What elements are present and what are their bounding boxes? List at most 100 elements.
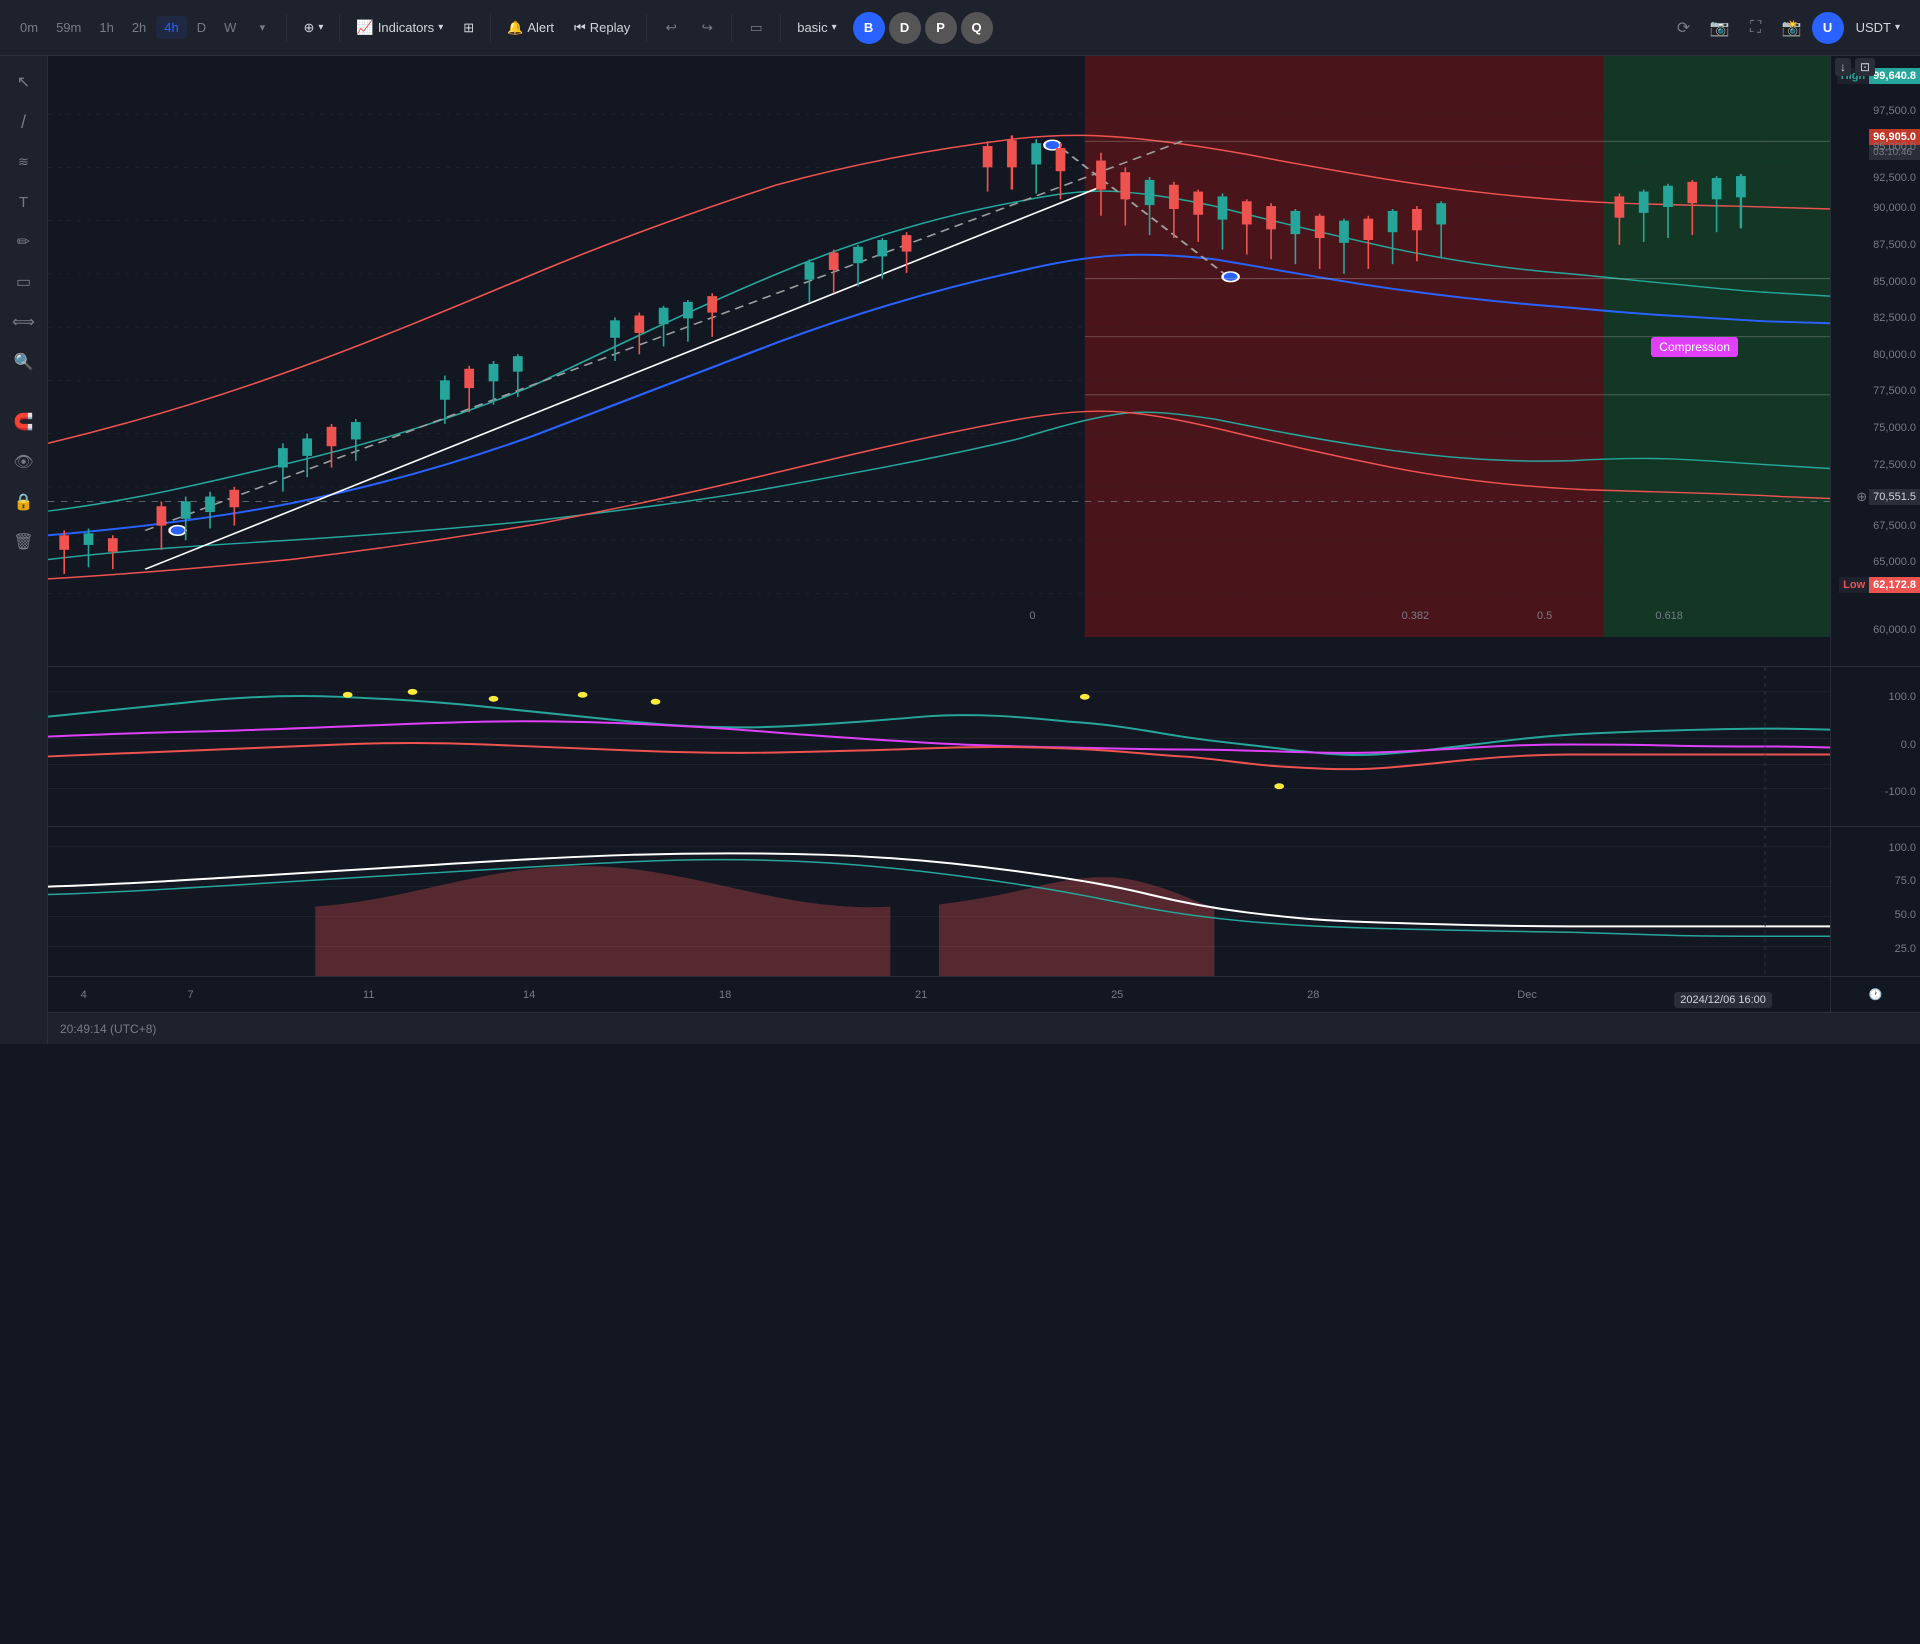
- price-92500: 92,500.0: [1873, 172, 1916, 184]
- time-28: 28: [1307, 989, 1319, 1001]
- magnet-btn[interactable]: 🧲: [6, 404, 42, 440]
- zoom-tool-btn[interactable]: 🔍: [6, 344, 42, 380]
- shapes-tool-btn[interactable]: ▭: [6, 264, 42, 300]
- timeframe-dropdown-icon[interactable]: ▾: [246, 12, 278, 44]
- price-65000: 65,000.0: [1873, 556, 1916, 568]
- currency-btn[interactable]: USDT ▾: [1848, 16, 1908, 39]
- indicator-chart-2: [48, 827, 1830, 976]
- undo-btn[interactable]: ↩: [655, 12, 687, 44]
- timeframe-0m[interactable]: 0m: [12, 16, 46, 39]
- time-axis-scale[interactable]: 🕐: [1830, 977, 1920, 1012]
- compression-badge: Compression: [1651, 337, 1738, 357]
- separator-3: [490, 14, 491, 42]
- trash-btn[interactable]: 🗑: [6, 524, 42, 560]
- cursor-tool-btn[interactable]: ↖: [6, 64, 42, 100]
- current-time-box: 2024/12/06 16:00: [1674, 992, 1772, 1008]
- main-chart-row: Compression 0 0.382 0.5 0.618 High 99,64…: [48, 56, 1920, 666]
- avatar-d[interactable]: D: [889, 12, 921, 44]
- crosshair-dropdown-icon: ▾: [318, 22, 323, 33]
- indicators-label: Indicators: [378, 20, 434, 35]
- user-avatar-btn[interactable]: U: [1812, 12, 1844, 44]
- right-toolbar: ⟳ 📷 ⛶ 📸 U USDT ▾: [1668, 12, 1908, 44]
- fib-tool-btn[interactable]: ≋: [6, 144, 42, 180]
- avatar-group: B D P Q: [853, 12, 993, 44]
- replay-btn[interactable]: ⏮ Replay: [566, 16, 638, 40]
- indicator-chart-1: [48, 667, 1830, 826]
- template-label: basic: [797, 20, 827, 35]
- time-7: 7: [187, 989, 193, 1001]
- timeframe-d[interactable]: D: [189, 16, 214, 39]
- timeframe-w[interactable]: W: [216, 16, 244, 39]
- fib-0-label: 0: [1029, 610, 1035, 622]
- indicator-scale-1[interactable]: 100.0 0.0 -100.0: [1830, 667, 1920, 826]
- template-dropdown-icon: ▾: [832, 22, 837, 33]
- snapshot-btn[interactable]: 📷: [1704, 12, 1736, 44]
- indicator-panel-2: 100.0 75.0 50.0 25.0: [48, 826, 1920, 976]
- left-toolbar: ↖ / ≋ T ✏ ▭ ⟺ 🔍 🧲 👁 🔒 🗑: [0, 56, 48, 1044]
- price-90000: 90,000.0: [1873, 202, 1916, 214]
- time-axis-main[interactable]: 4 7 11 14 18 21 25 28 Dec 2024/12/06 16:…: [48, 977, 1830, 1012]
- price-87500: 87,500.0: [1873, 239, 1916, 251]
- camera-btn[interactable]: 📸: [1776, 12, 1808, 44]
- scale-down-btn[interactable]: ↓: [1835, 58, 1851, 76]
- alert-btn[interactable]: 🔔 Alert: [499, 16, 562, 40]
- ind2-75-label: 75.0: [1895, 875, 1916, 887]
- layout-icon: ⊞: [463, 20, 474, 36]
- ind2-25-label: 25.0: [1895, 943, 1916, 955]
- time-axis: 4 7 11 14 18 21 25 28 Dec 2024/12/06 16:…: [48, 976, 1920, 1012]
- low-label: Low: [1839, 577, 1869, 593]
- avatar-b[interactable]: B: [853, 12, 885, 44]
- scale-fit-btn[interactable]: ⊡: [1855, 58, 1875, 76]
- timeframe-4h[interactable]: 4h: [156, 16, 186, 39]
- ind2-50-label: 50.0: [1895, 909, 1916, 921]
- main-area: ↖ / ≋ T ✏ ▭ ⟺ 🔍 🧲 👁 🔒 🗑: [0, 56, 1920, 1044]
- indicator-svg-2: [48, 827, 1830, 976]
- rectangle-btn[interactable]: ▭: [740, 12, 772, 44]
- template-btn[interactable]: basic ▾: [789, 16, 844, 39]
- indicator-panel-1: 100.0 0.0 -100.0: [48, 666, 1920, 826]
- price-67500: 67,500.0: [1873, 520, 1916, 532]
- price-77500: 77,500.0: [1873, 385, 1916, 397]
- indicators-dropdown-icon: ▾: [438, 22, 443, 33]
- time-25: 25: [1111, 989, 1123, 1001]
- indicators-btn[interactable]: 📈 Indicators ▾: [348, 15, 451, 40]
- main-chart[interactable]: Compression 0 0.382 0.5 0.618: [48, 56, 1830, 666]
- crosshair-tool-btn[interactable]: ⊕ ▾: [295, 16, 331, 40]
- timeframe-59m[interactable]: 59m: [48, 16, 89, 39]
- avatar-p[interactable]: P: [925, 12, 957, 44]
- indicator-scale-2[interactable]: 100.0 75.0 50.0 25.0: [1830, 827, 1920, 976]
- timeframe-2h[interactable]: 2h: [124, 16, 154, 39]
- chart-container: Compression 0 0.382 0.5 0.618 High 99,64…: [48, 56, 1920, 1044]
- trend-line-btn[interactable]: /: [6, 104, 42, 140]
- brush-tool-btn[interactable]: ✏: [6, 224, 42, 260]
- separator-1: [286, 14, 287, 42]
- text-tool-btn[interactable]: T: [6, 184, 42, 220]
- fullscreen-btn[interactable]: ⛶: [1740, 12, 1772, 44]
- crosshair-icon: ⊕: [303, 20, 314, 36]
- crosshair-price: 70,551.5: [1869, 489, 1920, 505]
- time-dec: Dec: [1517, 989, 1537, 1001]
- fib-618-label: 0.618: [1655, 610, 1683, 622]
- time-4: 4: [81, 989, 87, 1001]
- timeframe-1h[interactable]: 1h: [91, 16, 121, 39]
- price-scale[interactable]: High 99,640.8 96,905.0 03:10:46 97,500.0…: [1830, 56, 1920, 666]
- layout-btn[interactable]: ⊞: [455, 16, 482, 40]
- avatar-q[interactable]: Q: [961, 12, 993, 44]
- ind1-neg100-label: -100.0: [1885, 786, 1916, 798]
- indicators-chart-icon: 📈: [356, 19, 373, 36]
- ind1-100-label: 100.0: [1888, 691, 1916, 703]
- ind2-100-label: 100.0: [1888, 842, 1916, 854]
- price-85000: 85,000.0: [1873, 276, 1916, 288]
- separator-2: [339, 14, 340, 42]
- measure-tool-btn[interactable]: ⟺: [6, 304, 42, 340]
- eye-btn[interactable]: 👁: [6, 444, 42, 480]
- low-badge: Low 62,172.8: [1839, 577, 1920, 593]
- lock-btn[interactable]: 🔒: [6, 484, 42, 520]
- time-11: 11: [363, 989, 374, 1001]
- candle-group-far-left: [59, 529, 117, 575]
- chart-point-left: [170, 526, 186, 536]
- clock-icon: 🕐: [1869, 988, 1883, 1001]
- status-time: 20:49:14 (UTC+8): [60, 1022, 156, 1036]
- watchlist-icon-btn[interactable]: ⟳: [1668, 12, 1700, 44]
- redo-btn[interactable]: ↪: [691, 12, 723, 44]
